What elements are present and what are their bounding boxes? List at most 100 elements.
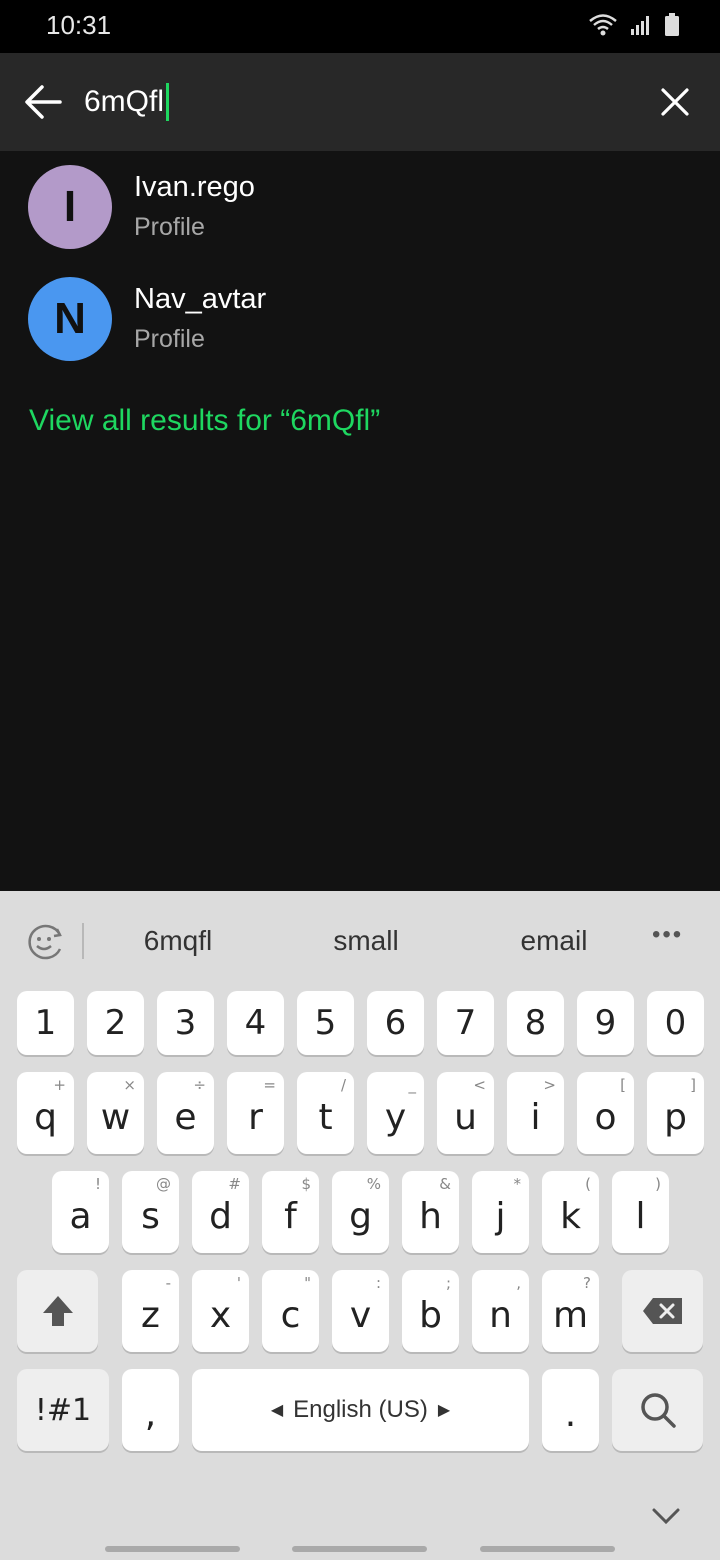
key[interactable]: a! — [52, 1171, 109, 1253]
nav-home-pill[interactable] — [292, 1546, 427, 1552]
status-bar: 10:31 — [0, 0, 720, 53]
key-label: h — [419, 1195, 442, 1237]
signal-icon — [631, 16, 649, 35]
key[interactable]: w × — [87, 1072, 144, 1154]
key-hint: ] — [690, 1076, 696, 1094]
key[interactable]: 6 — [367, 991, 424, 1055]
key-label: x — [209, 1294, 232, 1336]
key-hint: ; — [445, 1274, 451, 1292]
key-label: 7 — [454, 1003, 477, 1043]
key[interactable]: 7 — [437, 991, 494, 1055]
key-label: 6 — [384, 1003, 407, 1043]
key[interactable]: o[ — [577, 1072, 634, 1154]
key[interactable]: d # — [192, 1171, 249, 1253]
navigation-bar — [0, 1532, 720, 1560]
key[interactable]: 8 — [507, 991, 564, 1055]
key[interactable]: u < — [437, 1072, 494, 1154]
key-label: 5 — [314, 1003, 337, 1043]
key-label: 0 — [664, 1003, 687, 1043]
status-icons — [588, 12, 680, 38]
key[interactable]: l) — [612, 1171, 669, 1253]
key[interactable]: 0 — [647, 991, 704, 1055]
key[interactable]: 9 — [577, 991, 634, 1055]
key-hint: % — [366, 1175, 381, 1193]
key[interactable]: 3 — [157, 991, 214, 1055]
key-label: y — [384, 1096, 407, 1138]
key[interactable]: v: — [332, 1270, 389, 1352]
more-suggestions-button[interactable]: ••• — [652, 921, 683, 949]
key[interactable]: 4 — [227, 991, 284, 1055]
backspace-key[interactable] — [622, 1270, 703, 1352]
result-item[interactable]: N Nav_avtar Profile — [0, 277, 720, 377]
key-hint: ? — [583, 1274, 591, 1292]
key[interactable]: y _ — [367, 1072, 424, 1154]
period-key[interactable]: . — [542, 1369, 599, 1451]
key-label: z — [141, 1294, 160, 1336]
search-key[interactable] — [612, 1369, 703, 1451]
key-hint: ÷ — [193, 1076, 206, 1094]
space-key[interactable]: ◀ English (US) ▶ — [192, 1369, 529, 1451]
search-input[interactable]: 6mQfl — [84, 81, 170, 123]
key-label: g — [349, 1195, 372, 1237]
key[interactable]: 1 — [17, 991, 74, 1055]
key-label: 3 — [174, 1003, 197, 1043]
key[interactable]: 5 — [297, 991, 354, 1055]
key[interactable]: f $ — [262, 1171, 319, 1253]
suggestion-item[interactable]: 6mqfl — [98, 925, 258, 957]
arrow-left-icon — [25, 85, 62, 119]
key-hint: $ — [301, 1175, 311, 1193]
key[interactable]: g% — [332, 1171, 389, 1253]
nav-recents-pill[interactable] — [105, 1546, 240, 1552]
key-label: 1 — [34, 1003, 57, 1043]
key[interactable]: r = — [227, 1072, 284, 1154]
avatar: N — [28, 277, 112, 361]
backspace-icon — [642, 1298, 682, 1324]
space-key-content: ◀ English (US) ▶ — [271, 1396, 450, 1424]
comma-key[interactable]: , — [122, 1369, 179, 1451]
key[interactable]: b; — [402, 1270, 459, 1352]
key-hint: ) — [655, 1175, 661, 1193]
clear-search-button[interactable] — [658, 85, 692, 119]
view-all-results-link[interactable]: View all results for “6mQfl” — [29, 404, 380, 438]
key-hint: : — [375, 1274, 381, 1292]
key-label: 9 — [594, 1003, 617, 1043]
emoji-icon[interactable] — [24, 921, 66, 963]
back-button[interactable] — [22, 81, 64, 123]
key[interactable]: s @ — [122, 1171, 179, 1253]
shift-key[interactable] — [17, 1270, 98, 1352]
text-cursor — [166, 83, 170, 121]
key[interactable]: q + — [17, 1072, 74, 1154]
key[interactable]: c " — [262, 1270, 319, 1352]
key-hint: = — [263, 1076, 276, 1094]
key[interactable]: j * — [472, 1171, 529, 1253]
key-label: n — [489, 1294, 512, 1336]
key[interactable]: k( — [542, 1171, 599, 1253]
key[interactable]: t / — [297, 1072, 354, 1154]
key-hint: , — [516, 1274, 521, 1292]
key[interactable]: p] — [647, 1072, 704, 1154]
nav-back-pill[interactable] — [480, 1546, 615, 1552]
search-header: 6mQfl — [0, 53, 720, 151]
key-hint: # — [228, 1175, 241, 1193]
key-hint: & — [439, 1175, 451, 1193]
key[interactable]: h & — [402, 1171, 459, 1253]
suggestion-item[interactable]: small — [286, 925, 446, 957]
key[interactable]: i > — [507, 1072, 564, 1154]
key-label: k — [560, 1195, 581, 1237]
key[interactable]: z- — [122, 1270, 179, 1352]
key-hint: + — [53, 1076, 66, 1094]
language-label: English (US) — [293, 1396, 428, 1423]
suggestion-item[interactable]: email — [474, 925, 634, 957]
key[interactable]: x ' — [192, 1270, 249, 1352]
symbols-key[interactable]: !#1 — [17, 1369, 109, 1451]
key[interactable]: n, — [472, 1270, 529, 1352]
key[interactable]: e ÷ — [157, 1072, 214, 1154]
key-hint: / — [340, 1076, 346, 1094]
result-type: Profile — [134, 325, 205, 353]
key[interactable]: 2 — [87, 991, 144, 1055]
result-item[interactable]: I Ivan.rego Profile — [0, 165, 720, 265]
key-label: w — [100, 1096, 131, 1138]
key-hint: * — [513, 1175, 522, 1193]
collapse-keyboard-button[interactable] — [648, 1500, 684, 1530]
key[interactable]: m? — [542, 1270, 599, 1352]
